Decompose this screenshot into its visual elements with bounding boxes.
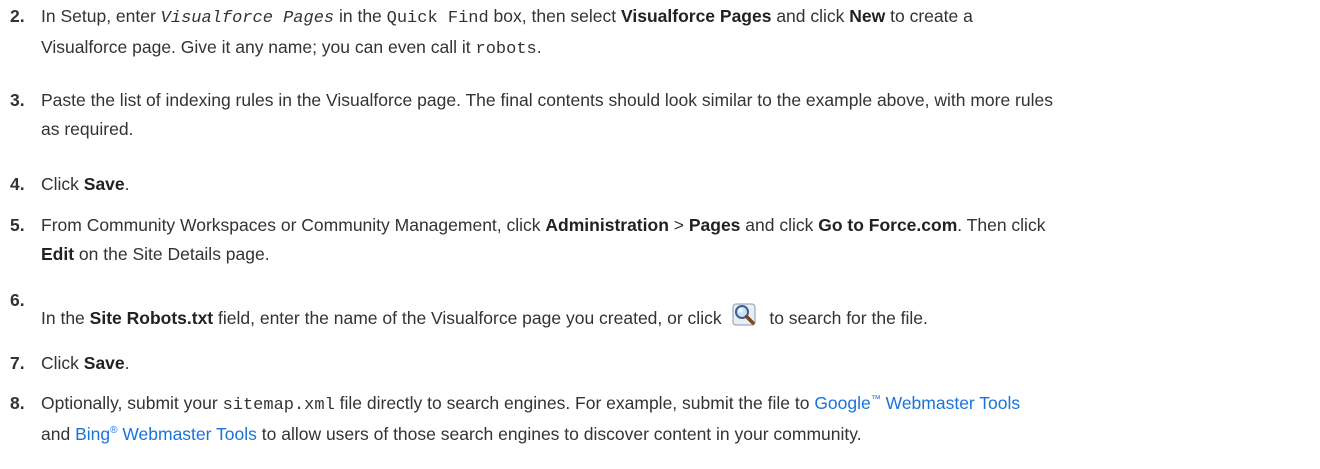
text: in the: [334, 6, 387, 26]
step-number: 3.: [10, 90, 25, 110]
text: Visualforce page. Give it any name; you …: [41, 37, 476, 57]
text: to create a: [885, 6, 973, 26]
step-number: 7.: [10, 353, 25, 373]
step-number: 8.: [10, 393, 25, 413]
link-text: Webmaster Tools: [880, 393, 1021, 413]
text: In the: [41, 308, 90, 328]
text: . Then click: [957, 215, 1046, 235]
steps-list: 2. In Setup, enter Visualforce Pages in …: [0, 0, 1320, 469]
step-number: 4.: [10, 174, 25, 194]
ui-label: Visualforce Pages: [621, 6, 772, 26]
text: .: [124, 353, 130, 373]
code-text: sitemap.xml: [222, 396, 335, 415]
text: In Setup, enter: [41, 6, 161, 26]
step-number: 5.: [10, 215, 25, 235]
google-webmaster-tools-link[interactable]: Google™ Webmaster Tools: [814, 393, 1020, 413]
link-text: Bing: [75, 424, 111, 444]
text: Click: [41, 174, 84, 194]
trademark-mark: ™: [870, 394, 881, 406]
step-text: Click Save.: [41, 170, 1291, 199]
ui-label: Save: [83, 353, 125, 373]
step-text: From Community Workspaces or Community M…: [41, 211, 1291, 269]
code-text: Quick Find: [386, 9, 489, 28]
step-text: In Setup, enter Visualforce Pages in the…: [41, 2, 1291, 64]
step-text: Optionally, submit your sitemap.xml file…: [41, 389, 1291, 449]
text: Optionally, submit your: [41, 393, 223, 413]
step-text: In the Site Robots.txt field, enter the …: [41, 302, 1291, 333]
text: >: [668, 215, 689, 235]
step-text: Paste the list of indexing rules in the …: [41, 86, 1291, 144]
ui-label: New: [849, 6, 886, 26]
text: to allow users of those search engines t…: [256, 424, 862, 444]
text: on the Site Details page.: [74, 244, 270, 264]
ui-label: Administration: [545, 215, 669, 235]
text: box, then select: [488, 6, 621, 26]
text: Click: [41, 353, 84, 373]
text: as required.: [41, 119, 134, 139]
ui-label: Site Robots.txt: [89, 308, 214, 328]
code-text: robots: [475, 40, 537, 59]
step-number: 2.: [10, 6, 25, 26]
text: and click: [740, 215, 819, 235]
text: field, enter the name of the Visualforce…: [213, 308, 722, 328]
step-number: 6.: [10, 290, 25, 310]
bing-webmaster-tools-link[interactable]: Bing® Webmaster Tools: [75, 424, 257, 444]
lookup-magnifier-icon: [732, 303, 756, 326]
text: file directly to search engines. For exa…: [334, 393, 815, 413]
link-text: Webmaster Tools: [117, 424, 257, 444]
step-text: Click Save.: [41, 349, 1291, 378]
ui-label: Edit: [41, 244, 75, 264]
text: .: [124, 174, 130, 194]
text: and: [41, 424, 76, 444]
text: and click: [771, 6, 850, 26]
text: to search for the file.: [769, 308, 928, 328]
ui-label: Save: [83, 174, 125, 194]
ui-label: Pages: [688, 215, 741, 235]
ui-label: Go to Force.com: [818, 215, 958, 235]
link-text: Google: [814, 393, 871, 413]
code-text: Visualforce Pages: [160, 9, 335, 28]
text: .: [536, 37, 542, 57]
text: Paste the list of indexing rules in the …: [41, 90, 1053, 110]
text: From Community Workspaces or Community M…: [41, 215, 546, 235]
